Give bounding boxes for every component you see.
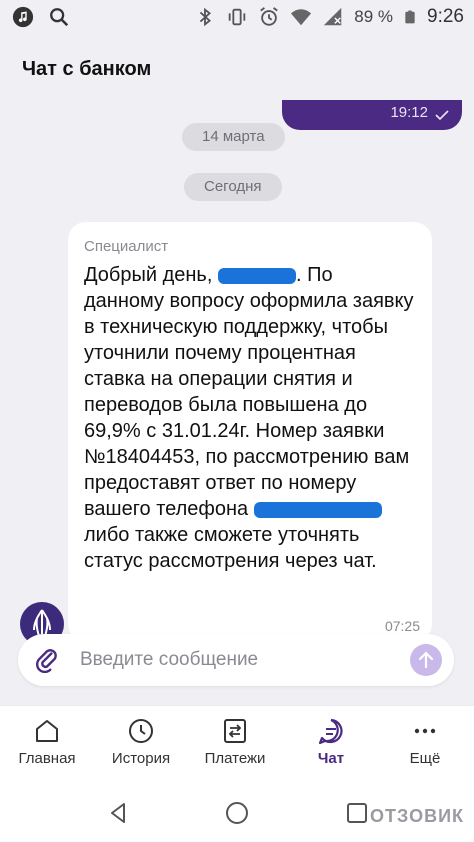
paperclip-icon[interactable] bbox=[34, 647, 60, 673]
battery-percent: 89 % bbox=[354, 7, 394, 26]
payments-icon bbox=[224, 719, 246, 743]
bluetooth-icon bbox=[200, 7, 212, 27]
nav-item-history[interactable]: История bbox=[94, 716, 188, 768]
alarm-icon bbox=[260, 7, 279, 26]
send-button[interactable] bbox=[410, 644, 442, 676]
bottom-navigation: Главная История Платежи Чат Ещё bbox=[0, 705, 474, 791]
clock-time: 9:26 bbox=[427, 6, 464, 27]
chat-icon bbox=[318, 718, 343, 745]
message-time: 07:25 bbox=[384, 618, 420, 634]
recents-icon[interactable] bbox=[344, 800, 370, 826]
back-icon[interactable] bbox=[106, 800, 132, 826]
check-icon bbox=[435, 110, 449, 121]
battery-icon bbox=[405, 10, 415, 24]
message-input-bar[interactable]: Введите сообщение bbox=[18, 634, 454, 686]
wifi-icon bbox=[291, 9, 312, 26]
date-separator: 14 марта bbox=[182, 123, 285, 151]
nav-item-payments[interactable]: Платежи bbox=[188, 716, 282, 768]
outgoing-message-bubble[interactable]: 19:12 bbox=[282, 100, 462, 130]
message-text-part: . По данному вопросу оформила заявку в т… bbox=[84, 264, 414, 520]
message-text: Добрый день, . По данному вопросу оформи… bbox=[84, 262, 414, 574]
nav-label: Чат bbox=[317, 750, 345, 767]
redacted-phone bbox=[253, 501, 382, 518]
nav-label: Ещё bbox=[409, 750, 441, 767]
message-text-part: либо также сможете уточнять статус рассм… bbox=[84, 524, 377, 572]
nav-item-more[interactable]: Ещё bbox=[378, 716, 472, 768]
search-icon[interactable] bbox=[48, 6, 70, 28]
incoming-message-bubble[interactable]: Специалист Добрый день, . По данному воп… bbox=[68, 222, 432, 642]
home-icon bbox=[36, 720, 58, 742]
date-separator: Сегодня bbox=[184, 173, 282, 201]
message-time: 19:12 bbox=[390, 104, 428, 121]
chat-header: Чат с банком bbox=[0, 34, 474, 100]
message-text-part: Добрый день, bbox=[84, 264, 218, 286]
message-sender: Специалист bbox=[84, 238, 169, 255]
nav-label: Платежи bbox=[204, 750, 266, 767]
home-button-icon[interactable] bbox=[224, 800, 250, 826]
music-notification-icon bbox=[12, 6, 34, 28]
redacted-name bbox=[217, 267, 296, 284]
more-icon bbox=[414, 728, 436, 734]
clock-icon bbox=[129, 719, 153, 743]
nav-label: История bbox=[111, 750, 171, 767]
nav-item-chat[interactable]: Чат bbox=[284, 716, 378, 768]
system-navigation-bar: ОТЗОВИК bbox=[0, 790, 474, 842]
page-title: Чат с банком bbox=[22, 58, 152, 80]
status-bar: 89 % 9:26 bbox=[0, 0, 474, 34]
signal-icon bbox=[324, 7, 342, 26]
message-input-placeholder[interactable]: Введите сообщение bbox=[80, 649, 258, 671]
nav-label: Главная bbox=[18, 750, 76, 767]
watermark: ОТЗОВИК bbox=[370, 806, 464, 826]
nav-item-home[interactable]: Главная bbox=[0, 716, 94, 768]
arrow-up-icon bbox=[418, 651, 434, 669]
vibrate-icon bbox=[229, 8, 246, 26]
